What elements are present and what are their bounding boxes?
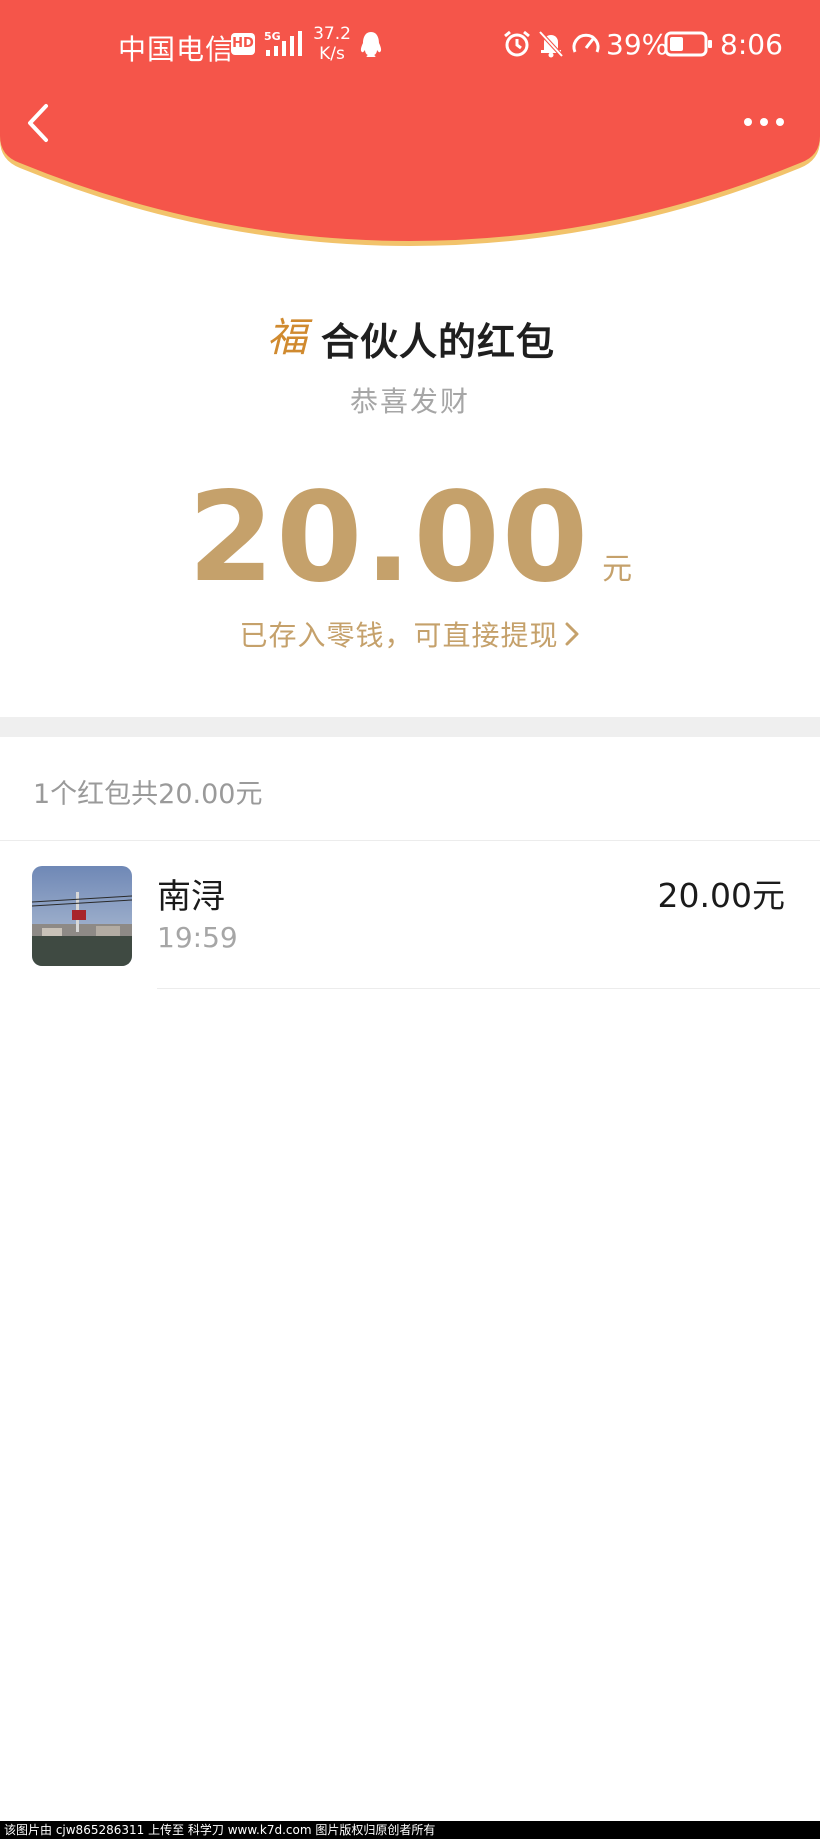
chevron-left-icon: [28, 104, 48, 142]
packet-title-row: 福 合伙人的红包: [0, 308, 820, 368]
withdraw-link[interactable]: 已存入零钱，可直接提现: [0, 614, 820, 654]
section-divider: [0, 717, 820, 737]
battery-icon: [664, 31, 712, 57]
withdraw-link-label: 已存入零钱，可直接提现: [239, 619, 559, 652]
alarm-icon: [504, 30, 530, 57]
battery-percent: 39%: [606, 28, 669, 61]
status-bar: 中国电信 HD 5G 37.2 K/s 39% 8:06: [0, 0, 820, 92]
network-speed: 37.2 K/s: [312, 24, 352, 64]
receive-amount: 20.00元: [657, 876, 785, 915]
more-dots-icon: [744, 118, 784, 126]
hd-badge: HD: [231, 33, 255, 55]
mute-bell-icon: [538, 30, 564, 58]
speed-unit: K/s: [319, 44, 345, 64]
amount-value: 20.00: [187, 466, 591, 610]
divider-line: [157, 988, 820, 989]
receive-time: 19:59: [157, 921, 238, 954]
signal-icon: 5G: [264, 30, 302, 56]
speed-value: 37.2: [313, 24, 351, 44]
avatar: [32, 866, 132, 966]
clock: 8:06: [720, 28, 783, 61]
amount-unit: 元: [602, 552, 633, 587]
network-type-label: 5G: [264, 30, 281, 43]
more-button[interactable]: [742, 108, 786, 136]
receiver-row[interactable]: 南浔 19:59 20.00元: [0, 841, 820, 989]
blessing-text: 恭喜发财: [349, 385, 470, 418]
carrier-label: 中国电信: [118, 33, 235, 66]
watermark-strip: 该图片由 cjw865286311 上传至 科学刀 www.k7d.com 图片…: [0, 1821, 820, 1839]
chevron-right-icon: [565, 622, 578, 646]
qq-icon: [360, 32, 382, 57]
back-button[interactable]: [20, 98, 56, 148]
receiver-name: 南浔: [157, 877, 225, 917]
packet-title: 合伙人的红包: [320, 319, 555, 364]
packet-summary: 1个红包共20.00元: [33, 779, 263, 810]
amount-display: 20.00 元: [0, 470, 820, 600]
fu-blessing-icon: 福: [266, 315, 307, 361]
speed-gauge-icon: [572, 33, 600, 53]
